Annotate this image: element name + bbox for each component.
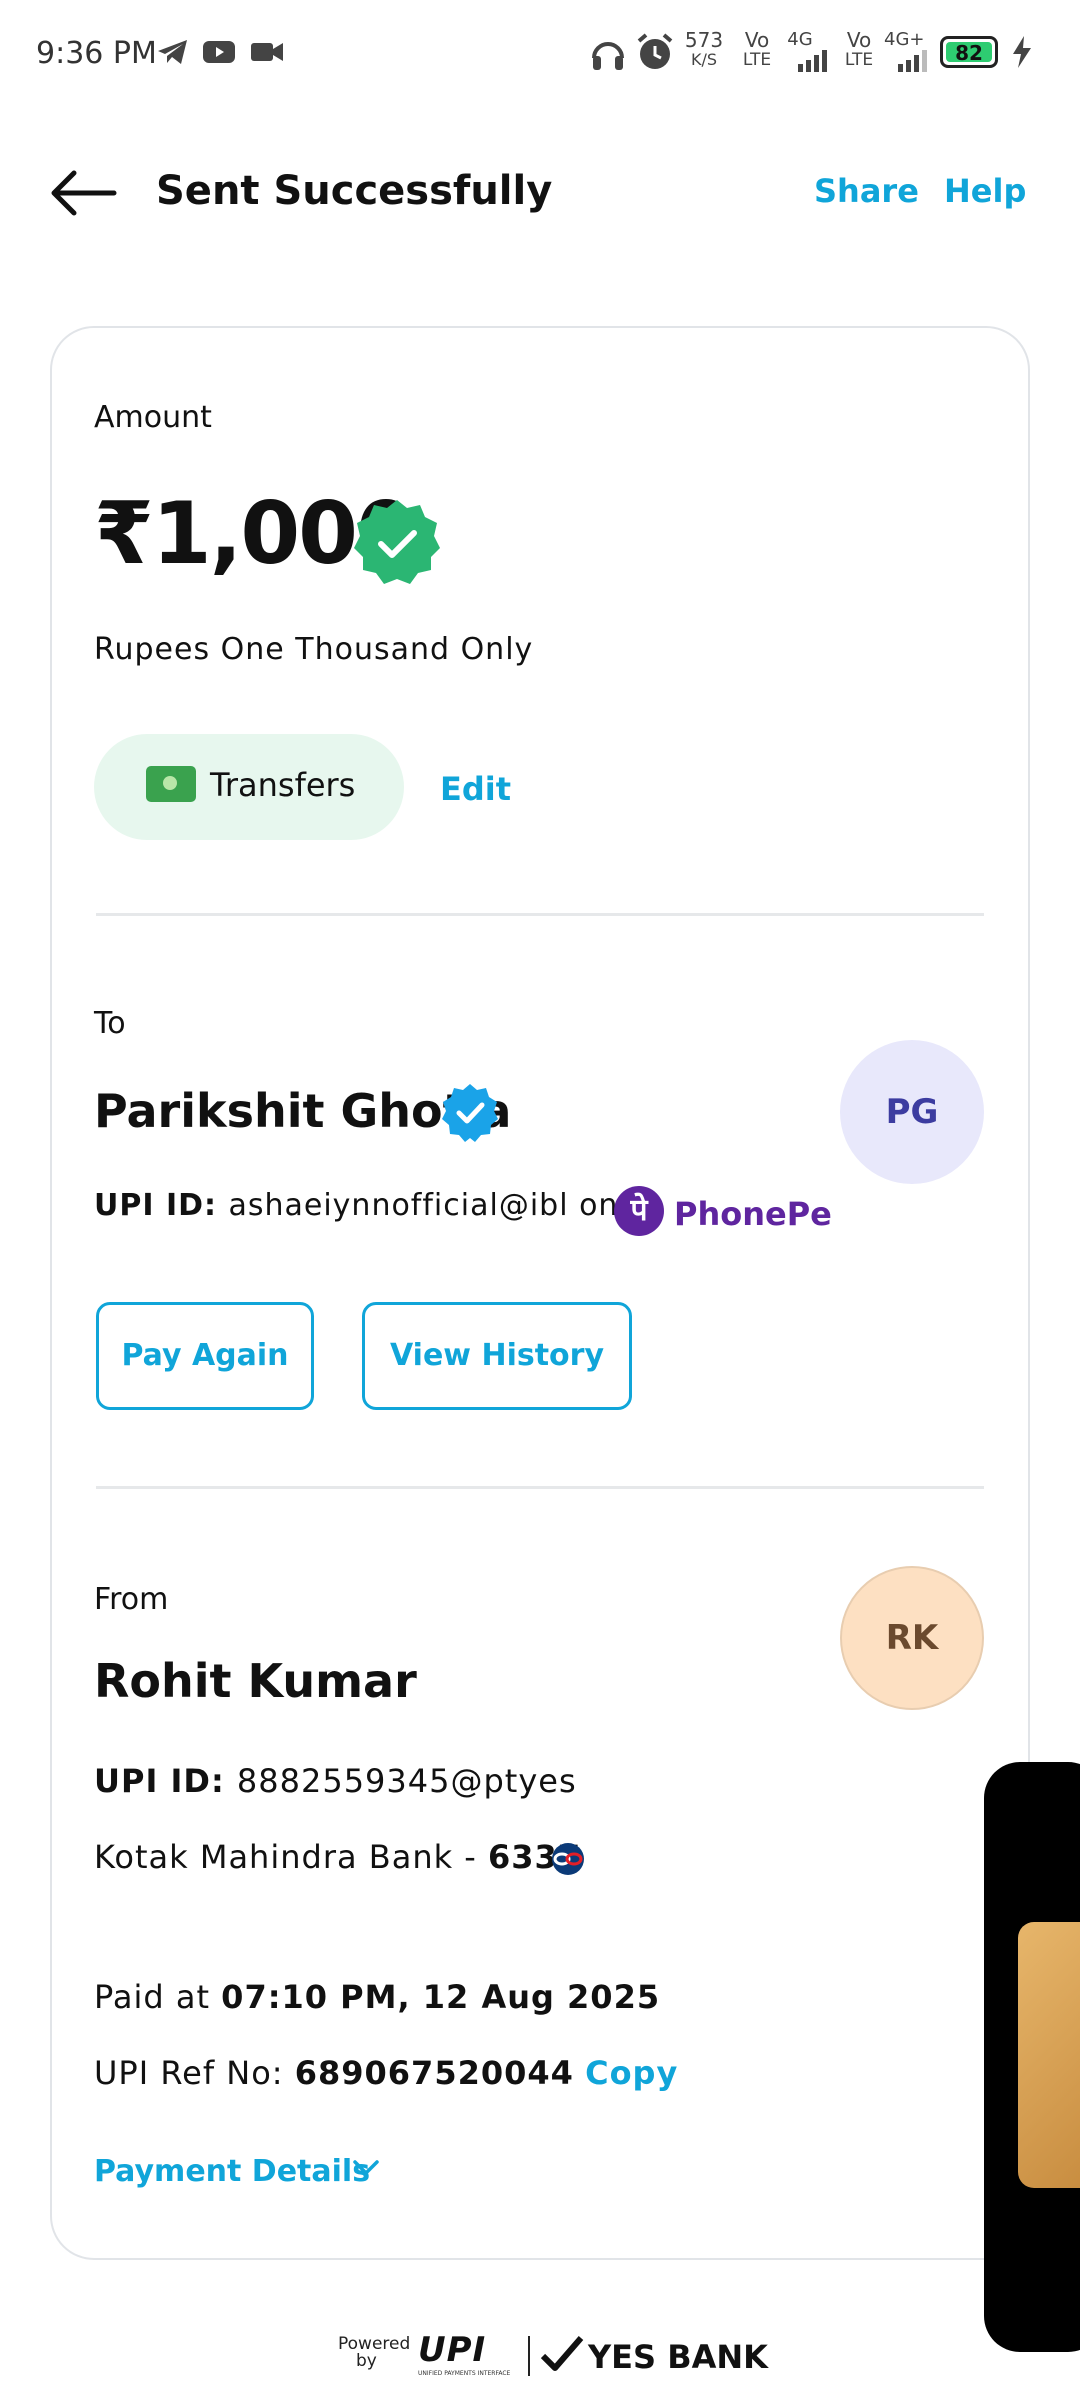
phonepe-label: PhonePe	[674, 1195, 832, 1233]
success-check-icon	[354, 500, 440, 584]
signal-icon	[798, 50, 827, 72]
overlay-thumbnail[interactable]	[1018, 1922, 1080, 2188]
recipient-upi: UPI ID: ashaeiynnofficial@ibl on	[94, 1188, 619, 1223]
telegram-icon	[158, 40, 187, 64]
category-chip[interactable]: Transfers	[94, 734, 404, 840]
verified-badge-icon	[442, 1084, 498, 1142]
signal-icon	[898, 50, 927, 72]
upi-logo-subtext: UNIFIED PAYMENTS INTERFACE	[418, 2370, 511, 2377]
payment-details-toggle[interactable]: Payment Details	[94, 2154, 370, 2189]
sim2-volte: Vo LTE	[844, 28, 874, 70]
money-icon	[146, 766, 196, 802]
net-speed: 573 K/S	[684, 28, 724, 69]
share-link[interactable]: Share	[814, 172, 919, 210]
yes-bank-logo: YES BANK	[588, 2338, 768, 2376]
charging-icon	[1013, 36, 1031, 68]
pay-again-button[interactable]: Pay Again	[96, 1302, 314, 1410]
edit-category-link[interactable]: Edit	[440, 770, 511, 808]
copy-ref-button[interactable]: Copy	[585, 2054, 678, 2092]
status-time: 9:36 PM	[36, 36, 157, 71]
yes-bank-check-icon	[540, 2336, 584, 2371]
status-bar: 9:36 PM 573 K/S Vo LTE 4G Vo LTE 4G+ 82	[0, 0, 1080, 108]
amount-in-words: Rupees One Thousand Only	[94, 632, 534, 667]
upi-logo: UPI	[418, 2330, 487, 2370]
battery-indicator: 82	[940, 36, 998, 68]
video-camera-icon	[251, 43, 283, 61]
alarm-icon	[637, 33, 673, 69]
help-link[interactable]: Help	[944, 172, 1026, 210]
sender-upi: UPI ID: 8882559345@ptyes	[94, 1762, 577, 1800]
powered-by-text: Powered by	[338, 2334, 411, 2371]
paid-at: Paid at 07:10 PM, 12 Aug 2025	[94, 1978, 661, 2016]
sender-name: Rohit Kumar	[94, 1654, 417, 1708]
sender-bank: Kotak Mahindra Bank - 6337	[94, 1838, 582, 1876]
headphones-icon	[592, 42, 624, 70]
view-history-button[interactable]: View History	[362, 1302, 632, 1410]
transaction-card	[50, 326, 1030, 2260]
sender-avatar: RK	[840, 1566, 984, 1710]
to-label: To	[94, 1006, 126, 1041]
sim1-network: 4G	[787, 29, 813, 50]
sim1-volte: Vo LTE	[742, 28, 772, 70]
youtube-icon	[203, 41, 235, 63]
divider	[96, 913, 984, 916]
back-arrow-icon[interactable]	[48, 165, 120, 221]
category-label: Transfers	[210, 766, 356, 804]
recipient-avatar: PG	[840, 1040, 984, 1184]
divider	[96, 1486, 984, 1489]
sim2-network: 4G+	[884, 29, 925, 50]
footer-separator	[528, 2336, 530, 2376]
chevron-down-icon[interactable]	[352, 2158, 380, 2178]
floating-overlay[interactable]	[984, 1762, 1080, 2352]
phonepe-logo: पे	[614, 1186, 664, 1236]
page-title: Sent Successfully	[156, 168, 553, 214]
upi-ref: UPI Ref No: 689067520044 Copy	[94, 2054, 679, 2092]
amount-label: Amount	[94, 400, 212, 435]
from-label: From	[94, 1582, 169, 1617]
kotak-bank-icon	[552, 1843, 584, 1875]
